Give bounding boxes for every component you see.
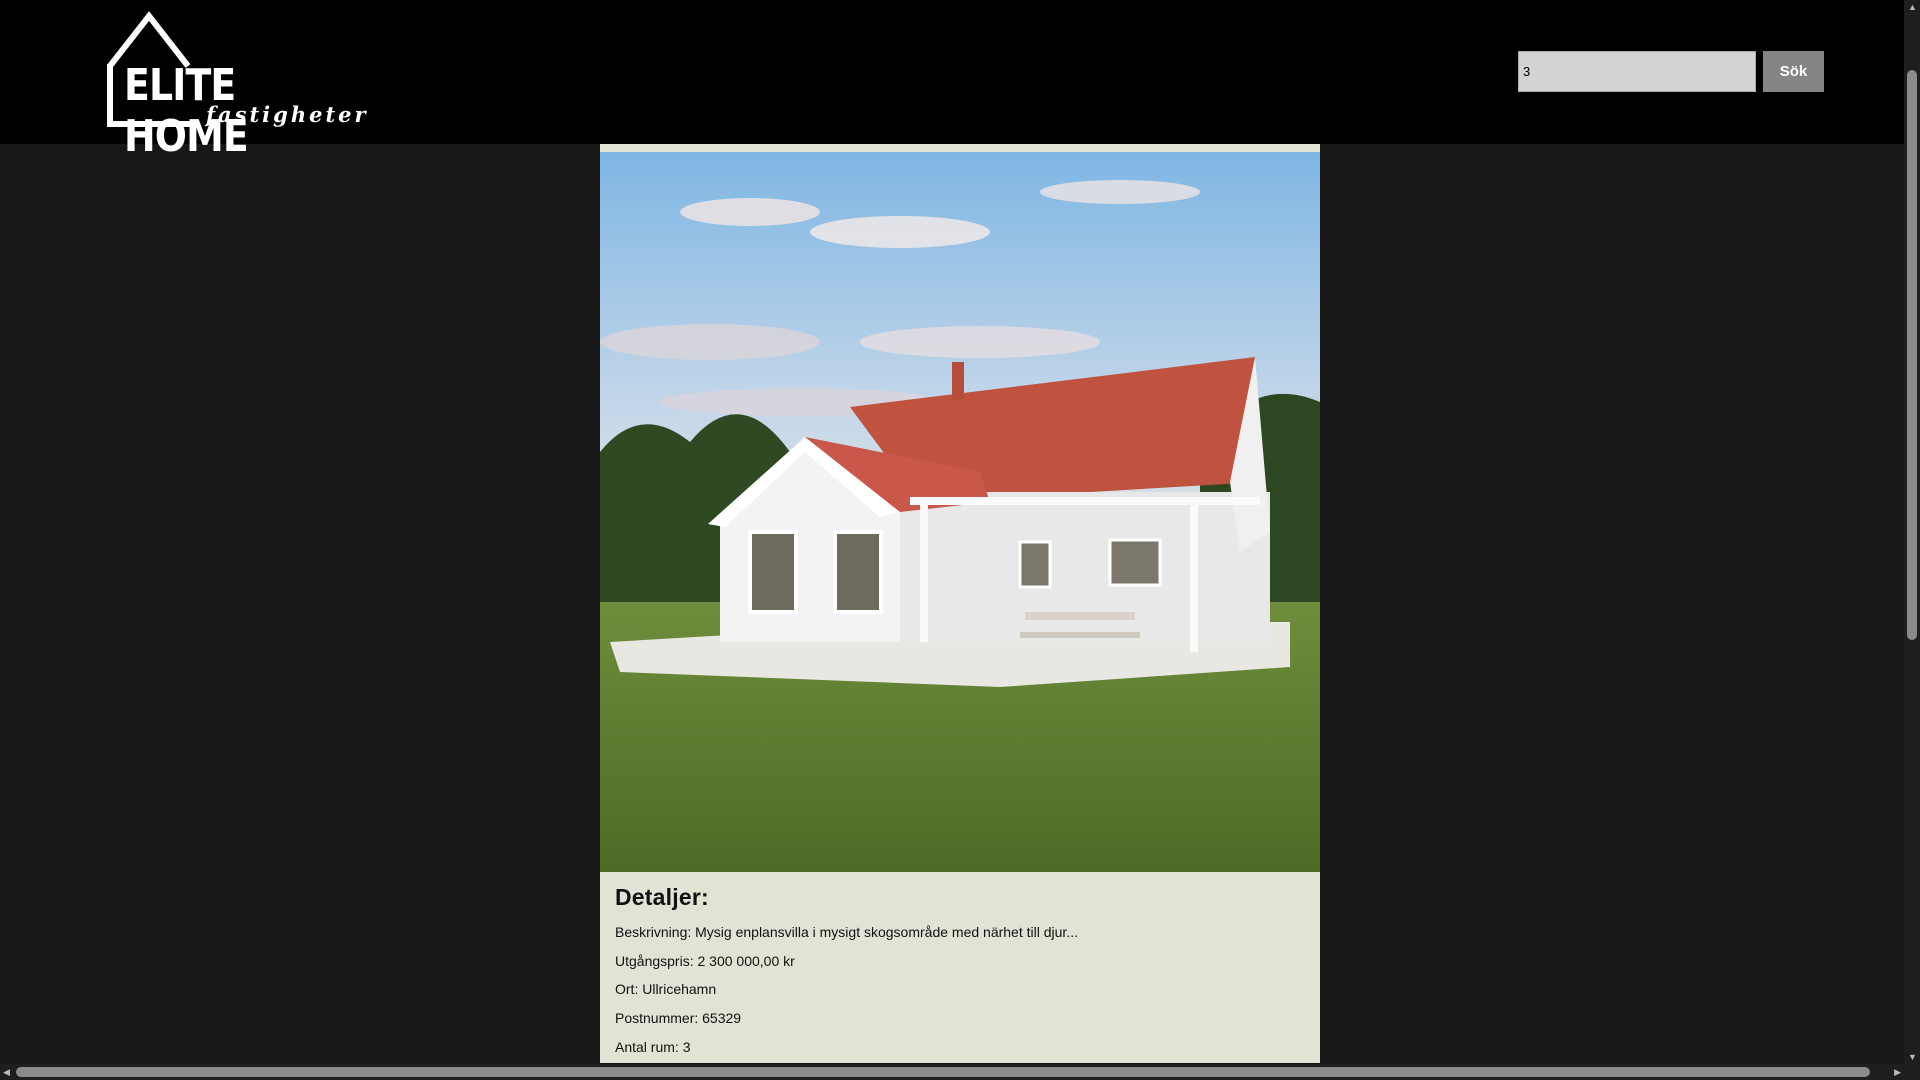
listing-details: Detaljer: Beskrivning: Mysig enplansvill… (615, 884, 1305, 1055)
postal-code: Postnummer: 65329 (615, 1010, 742, 1026)
price: Utgångspris: 2 300 000,00 kr (615, 953, 795, 969)
vertical-scrollbar[interactable]: ▲ ▼ (1904, 0, 1920, 1064)
listing-photo (600, 152, 1320, 872)
scrollbar-corner (1904, 1064, 1920, 1080)
site-header: ELITE HOME fastigheter Sök (0, 0, 1904, 162)
scroll-left-arrow-icon[interactable]: ◀ (3, 1067, 10, 1077)
horizontal-scrollbar[interactable]: ◀ ▶ (0, 1064, 1904, 1080)
listing-card: Detaljer: Beskrivning: Mysig enplansvill… (600, 144, 1320, 1063)
details-heading: Detaljer: (615, 884, 709, 910)
vertical-scroll-thumb[interactable] (1907, 70, 1917, 640)
elite-home-logo[interactable]: ELITE HOME fastigheter (104, 10, 366, 162)
scroll-right-arrow-icon[interactable]: ▶ (1894, 1067, 1901, 1077)
search-input[interactable] (1518, 51, 1756, 92)
city: Ort: Ullricehamn (615, 981, 717, 997)
horizontal-scroll-thumb[interactable] (16, 1067, 1870, 1077)
rooms: Antal rum: 3 (615, 1039, 691, 1055)
logo-subtitle: fastigheter (206, 102, 369, 127)
description: Beskrivning: Mysig enplansvilla i mysigt… (615, 924, 1078, 940)
scroll-down-arrow-icon[interactable]: ▼ (1908, 1052, 1917, 1062)
scroll-up-arrow-icon[interactable]: ▲ (1908, 2, 1917, 12)
search-button[interactable]: Sök (1763, 51, 1824, 92)
